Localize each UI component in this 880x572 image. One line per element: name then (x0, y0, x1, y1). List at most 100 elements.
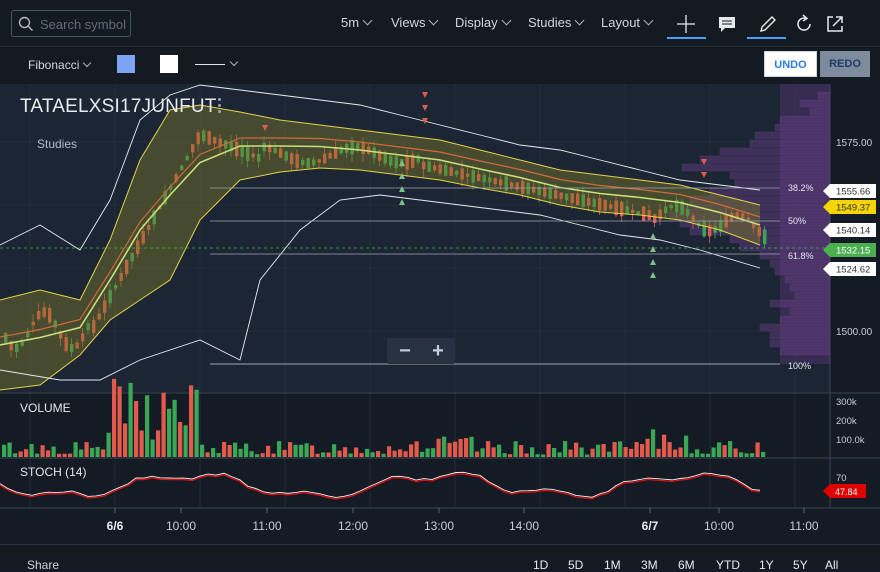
chevron-down-icon (429, 15, 439, 26)
volume-bar (546, 444, 551, 457)
redo-button[interactable]: REDO (820, 51, 870, 77)
volume-bar (497, 444, 502, 457)
fibonacci-level-label: 50% (788, 216, 806, 226)
volume-bar (530, 447, 535, 457)
range-3m[interactable]: 3M (641, 558, 658, 572)
volume-bar (227, 445, 232, 457)
stoch-pane-label: STOCH (14) (20, 465, 87, 479)
volume-axis-label: 300k (836, 397, 857, 408)
zoom-out-button[interactable]: − (390, 339, 420, 363)
volume-bar (359, 452, 364, 457)
crosshair-button[interactable] (673, 11, 699, 37)
range-5d[interactable]: 5D (568, 558, 583, 572)
price-tag: 1532.15 (823, 243, 876, 257)
volume-bar (409, 444, 414, 457)
volume-bar (238, 448, 243, 457)
volume-bar (57, 453, 62, 457)
range-1y[interactable]: 1Y (759, 558, 774, 572)
interval-menu[interactable]: 5m (341, 15, 373, 30)
volume-bar (612, 442, 617, 457)
volume-bar (150, 439, 155, 457)
volume-bar (403, 451, 408, 457)
layout-menu[interactable]: Layout (601, 15, 654, 30)
popout-icon (827, 16, 843, 32)
range-6m[interactable]: 6M (678, 558, 695, 572)
line-style-select[interactable] (195, 64, 225, 65)
comment-button[interactable] (714, 11, 740, 37)
volume-bar (502, 453, 507, 457)
volume-bar (233, 442, 238, 457)
volume-bar (2, 444, 7, 457)
range-all[interactable]: All (825, 558, 838, 572)
fill-color-swatch[interactable] (117, 55, 135, 73)
volume-bar (398, 449, 403, 457)
volume-bar (156, 430, 161, 457)
volume-bar (761, 451, 766, 457)
volume-bar (288, 442, 293, 457)
volume-bar (733, 448, 738, 457)
search-box[interactable] (11, 10, 131, 37)
volume-bar (695, 449, 700, 457)
drawing-tool-label: Fibonacci (28, 58, 80, 72)
volume-bar (255, 454, 260, 457)
line-color-swatch[interactable] (160, 55, 178, 73)
studies-legend[interactable]: Studies (37, 137, 77, 151)
volume-bar (585, 454, 590, 457)
volume-bar (717, 442, 722, 457)
volume-bar (68, 453, 73, 457)
volume-bar (172, 399, 177, 457)
popout-button[interactable] (822, 11, 848, 37)
range-1d[interactable]: 1D (533, 558, 548, 572)
zoom-control: − + (387, 338, 455, 364)
volume-bar (519, 445, 524, 457)
volume-bar (282, 449, 287, 457)
volume-bar (337, 450, 342, 457)
volume-bar (475, 451, 480, 457)
volume-bar (431, 448, 436, 457)
volume-bar (200, 444, 205, 457)
chart-area[interactable]: 38.2% 50% 61.8% 100% 1575.00 1500.00 1555.66 1… (0, 84, 880, 542)
studies-menu[interactable]: Studies (528, 15, 585, 30)
volume-bar (293, 444, 298, 457)
volume-bar (271, 453, 276, 457)
time-axis-label: 11:00 (789, 519, 818, 533)
zoom-in-button[interactable]: + (423, 339, 453, 363)
volume-bar (480, 448, 485, 457)
display-label: Display (455, 15, 498, 30)
display-menu[interactable]: Display (455, 15, 512, 30)
volume-axis-label: 200k (836, 416, 857, 427)
volume-bar (640, 444, 645, 457)
range-ytd[interactable]: YTD (716, 558, 740, 572)
stoch-tag-label: 47.84 (835, 487, 858, 497)
symbol-menu-icon[interactable] (218, 98, 222, 114)
range-1m[interactable]: 1M (604, 558, 621, 572)
price-tag-label: 1549.37 (836, 203, 870, 214)
draw-button[interactable] (755, 11, 781, 37)
volume-bar (194, 389, 199, 457)
footer-bar: Share 1D 5D 1M 3M 6M YTD 1Y 5Y All (0, 544, 880, 572)
volume-bar (425, 448, 430, 457)
fibonacci-level-label: 100% (788, 361, 811, 371)
refresh-button[interactable] (791, 11, 817, 37)
volume-bar (18, 451, 23, 457)
volume-bar (376, 451, 381, 457)
search-input[interactable] (40, 15, 128, 33)
views-menu[interactable]: Views (391, 15, 439, 30)
volume-bar (607, 451, 612, 457)
drawing-tool-select[interactable]: Fibonacci (28, 58, 92, 72)
volume-bar (310, 445, 315, 457)
time-axis-label: 14:00 (509, 519, 539, 533)
volume-bar (40, 445, 45, 457)
range-5y[interactable]: 5Y (793, 558, 808, 572)
volume-bar (211, 448, 216, 457)
chart-canvas[interactable]: 38.2% 50% 61.8% 100% 1575.00 1500.00 1555.66 1… (0, 84, 880, 542)
volume-bar (24, 449, 29, 457)
volume-bar (29, 443, 34, 457)
volume-bar (750, 453, 755, 457)
volume-bar (13, 453, 18, 457)
share-button[interactable]: Share (27, 558, 59, 572)
volume-bar (277, 441, 282, 457)
volume-bar (161, 392, 166, 457)
undo-button[interactable]: UNDO (764, 51, 817, 77)
volume-bar (35, 453, 40, 457)
